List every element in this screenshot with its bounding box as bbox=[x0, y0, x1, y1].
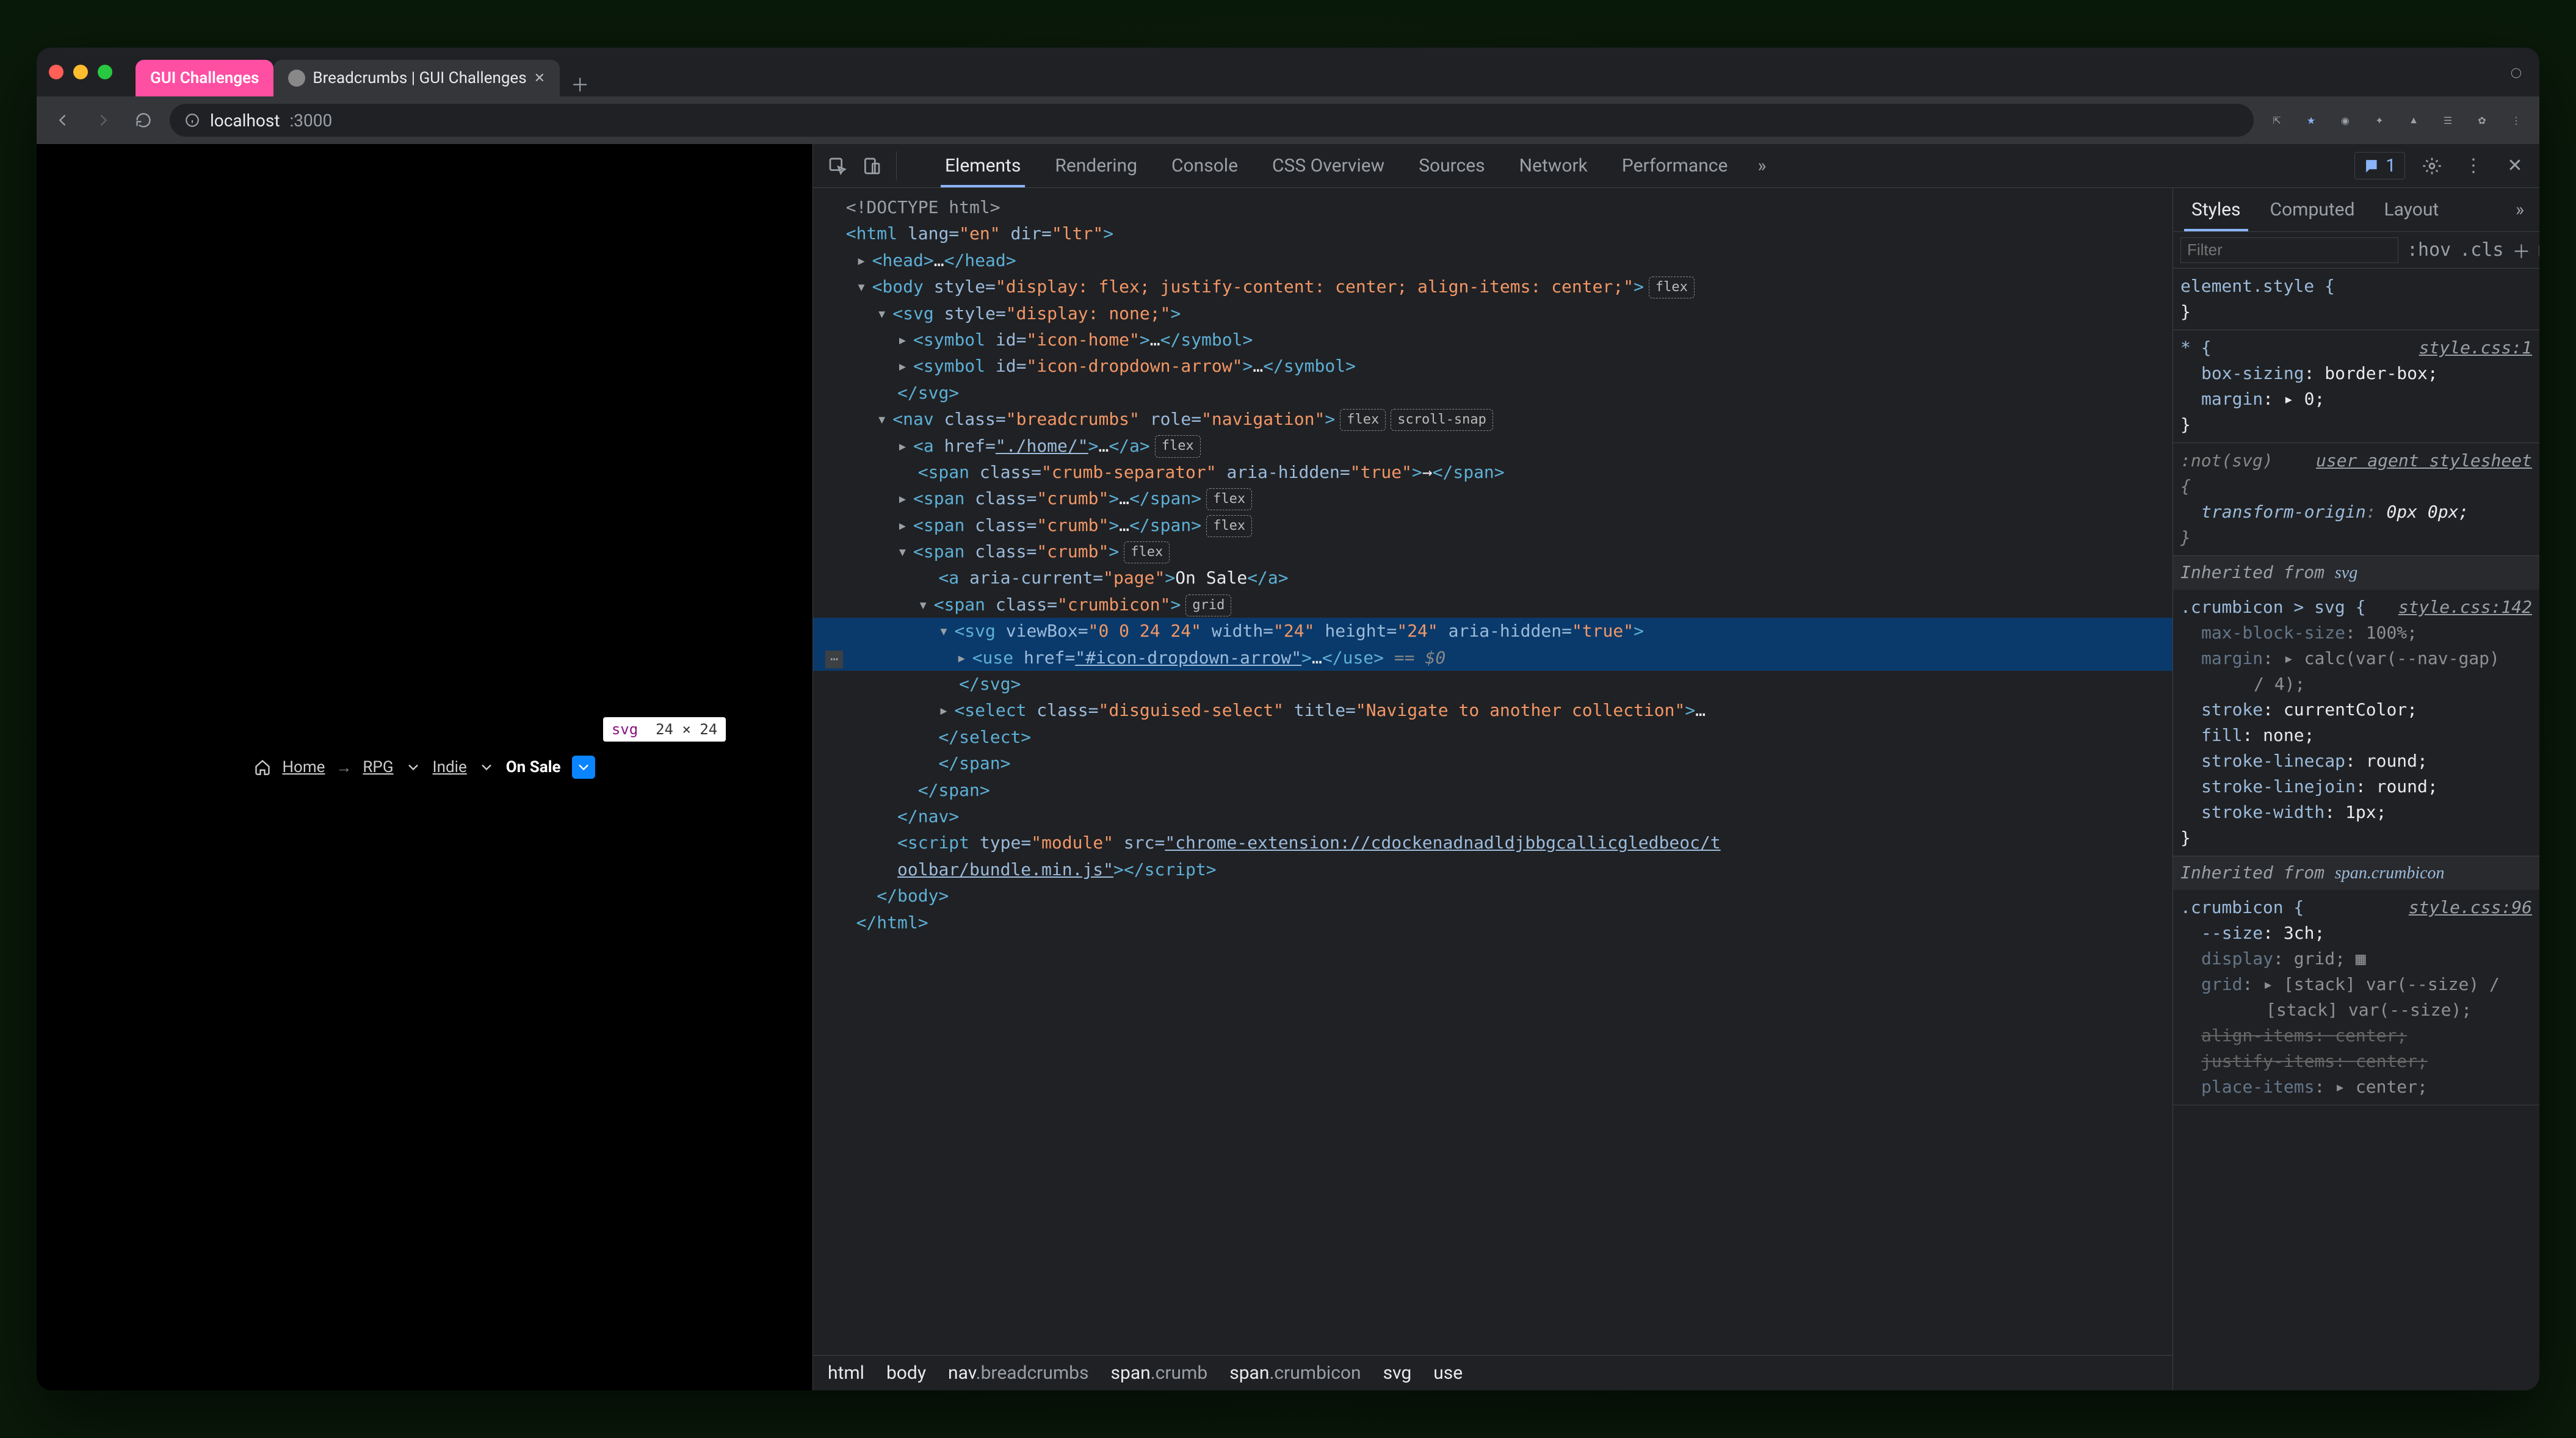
rule-universal[interactable]: style.css:1 * { box-sizing: border-box; … bbox=[2173, 330, 2539, 443]
styles-rules[interactable]: element.style { } style.css:1 * { box-si… bbox=[2173, 269, 2539, 1390]
device-toolbar-icon[interactable] bbox=[857, 151, 886, 181]
close-tab-icon[interactable]: ✕ bbox=[534, 71, 545, 86]
rule-crumbicon-svg[interactable]: style.css:142 .crumbicon > svg { max-blo… bbox=[2173, 590, 2539, 856]
styles-tabs: Styles Computed Layout » bbox=[2173, 188, 2539, 232]
tab-rendering[interactable]: Rendering bbox=[1040, 144, 1152, 187]
forward-button[interactable] bbox=[89, 106, 117, 134]
dom-breadcrumb[interactable]: htmlbody nav.breadcrumbs span.crumb span… bbox=[813, 1355, 2173, 1390]
tab-performance[interactable]: Performance bbox=[1607, 144, 1743, 187]
add-rule-icon[interactable]: ＋ bbox=[2513, 237, 2531, 264]
tab-styles[interactable]: Styles bbox=[2178, 188, 2254, 231]
tab-elements[interactable]: Elements bbox=[930, 144, 1035, 187]
extension-icon-1[interactable]: ◉ bbox=[2334, 109, 2356, 131]
reading-list-icon[interactable]: ☰ bbox=[2437, 109, 2459, 131]
more-tabs-icon[interactable]: » bbox=[1747, 151, 1776, 181]
crumb-rpg[interactable]: RPG bbox=[363, 758, 393, 776]
close-window-icon[interactable] bbox=[49, 65, 63, 79]
tab-console[interactable]: Console bbox=[1157, 144, 1253, 187]
inherited-from-svg: Inherited from svg bbox=[2173, 556, 2539, 590]
rule-crumbicon[interactable]: style.css:96 .crumbicon { --size: 3ch; d… bbox=[2173, 890, 2539, 1105]
devtools-body: <!DOCTYPE html> <html lang="en" dir="ltr… bbox=[813, 188, 2539, 1390]
tab-layout[interactable]: Layout bbox=[2371, 188, 2453, 231]
styles-filter-bar: :hov .cls ＋ ▣ bbox=[2173, 232, 2539, 269]
rule-element-style[interactable]: element.style { } bbox=[2173, 269, 2539, 330]
tab-computed[interactable]: Computed bbox=[2257, 188, 2368, 231]
share-icon[interactable]: ⇱ bbox=[2266, 109, 2288, 131]
tab-breadcrumbs[interactable]: Breadcrumbs | GUI Challenges ✕ bbox=[273, 60, 560, 96]
toolbar-right: ⇱ ★ ◉ ✦ ▲ ☰ ✿ ⋮ bbox=[2266, 109, 2527, 131]
dom-tree[interactable]: <!DOCTYPE html> <html lang="en" dir="ltr… bbox=[813, 188, 2173, 1355]
breadcrumb-nav: Home → RPG Indie On Sale bbox=[254, 756, 595, 779]
info-icon bbox=[184, 112, 200, 128]
tabstrip: GUI Challenges Breadcrumbs | GUI Challen… bbox=[136, 48, 593, 96]
styles-panel: Styles Computed Layout » :hov .cls ＋ ▣ bbox=[2173, 188, 2539, 1390]
account-icon[interactable]: ◯ bbox=[2505, 61, 2527, 83]
tab-gui-challenges[interactable]: GUI Challenges bbox=[136, 60, 273, 96]
hov-toggle[interactable]: :hov bbox=[2407, 239, 2451, 261]
profile-icon[interactable]: ▲ bbox=[2403, 109, 2425, 131]
chevron-down-icon[interactable] bbox=[478, 759, 495, 776]
titlebar: GUI Challenges Breadcrumbs | GUI Challen… bbox=[37, 48, 2539, 96]
address-bar: localhost :3000 ⇱ ★ ◉ ✦ ▲ ☰ ✿ ⋮ bbox=[37, 96, 2539, 144]
kebab-menu-icon[interactable]: ⋮ bbox=[2459, 151, 2488, 181]
kebab-menu-icon[interactable]: ⋮ bbox=[2505, 109, 2527, 131]
inherited-from-crumbicon: Inherited from span.crumbicon bbox=[2173, 856, 2539, 890]
close-devtools-icon[interactable]: ✕ bbox=[2500, 151, 2530, 181]
reload-button[interactable] bbox=[129, 106, 157, 134]
separator-icon: → bbox=[336, 758, 352, 777]
tab-title: Breadcrumbs | GUI Challenges bbox=[313, 69, 526, 87]
globe-icon bbox=[288, 70, 305, 87]
cls-toggle[interactable]: .cls bbox=[2459, 239, 2503, 261]
crumb-current: On Sale bbox=[506, 758, 561, 776]
browser-window: GUI Challenges Breadcrumbs | GUI Challen… bbox=[37, 48, 2539, 1390]
crumb-indie[interactable]: Indie bbox=[433, 758, 467, 776]
settings-icon[interactable] bbox=[2417, 151, 2447, 181]
bookmark-icon[interactable]: ★ bbox=[2300, 109, 2322, 131]
inspect-element-icon[interactable] bbox=[823, 151, 852, 181]
tab-sources[interactable]: Sources bbox=[1404, 144, 1499, 187]
new-tab-button[interactable]: ＋ bbox=[567, 71, 593, 96]
elements-panel: <!DOCTYPE html> <html lang="en" dir="ltr… bbox=[813, 188, 2173, 1390]
url-host: localhost bbox=[210, 110, 280, 131]
inspect-tooltip: svg 24 × 24 bbox=[603, 717, 726, 742]
devtools: Elements Rendering Console CSS Overview … bbox=[812, 144, 2539, 1390]
more-tabs-icon[interactable]: » bbox=[2505, 195, 2534, 225]
url-port: :3000 bbox=[289, 110, 332, 131]
back-button[interactable] bbox=[49, 106, 77, 134]
issues-badge[interactable]: 1 bbox=[2354, 152, 2405, 179]
tab-network[interactable]: Network bbox=[1505, 144, 1602, 187]
minimize-window-icon[interactable] bbox=[73, 65, 88, 79]
divider bbox=[896, 151, 925, 181]
styles-filter-input[interactable] bbox=[2180, 237, 2398, 263]
rule-not-svg[interactable]: user agent stylesheet :not(svg) { transf… bbox=[2173, 443, 2539, 556]
crumb-home[interactable]: Home bbox=[282, 758, 325, 776]
home-icon bbox=[254, 759, 271, 776]
devtools-tabbar: Elements Rendering Console CSS Overview … bbox=[813, 144, 2539, 188]
traffic-lights bbox=[49, 65, 112, 79]
tab-css-overview[interactable]: CSS Overview bbox=[1257, 144, 1399, 187]
url-field[interactable]: localhost :3000 bbox=[170, 104, 2254, 137]
extension-icon-2[interactable]: ✿ bbox=[2471, 109, 2493, 131]
maximize-window-icon[interactable] bbox=[98, 65, 112, 79]
extensions-icon[interactable]: ✦ bbox=[2368, 109, 2390, 131]
chevron-down-icon[interactable] bbox=[405, 759, 422, 776]
page-viewport: svg 24 × 24 Home → RPG Indie On Sale bbox=[37, 144, 812, 1390]
content-split: svg 24 × 24 Home → RPG Indie On Sale Ele… bbox=[37, 144, 2539, 1390]
box-model-icon[interactable]: ▣ bbox=[2539, 239, 2540, 261]
crumb-dropdown-selected[interactable] bbox=[572, 756, 595, 779]
